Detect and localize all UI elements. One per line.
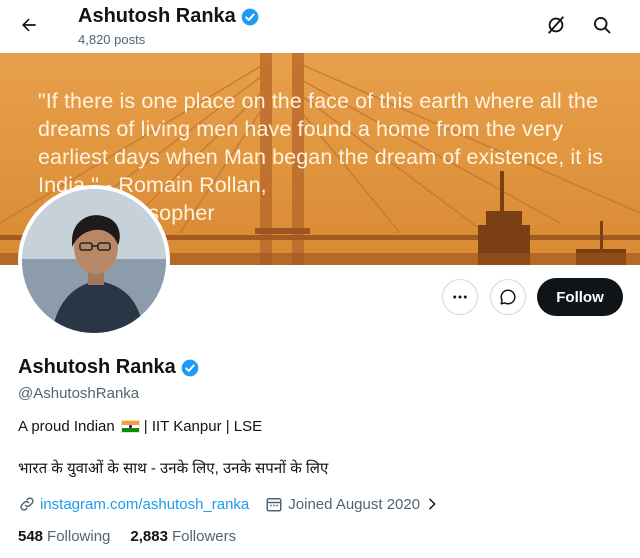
link-icon [20, 497, 34, 511]
follow-button[interactable]: Follow [537, 278, 623, 316]
verified-badge-icon [241, 8, 259, 25]
bio-suffix: | IIT Kanpur | LSE [143, 418, 263, 435]
profile-meta: instagram.com/ashutosh_ranka Joined Augu… [18, 495, 440, 513]
verified-badge-icon[interactable] [180, 358, 200, 378]
calendar-icon [266, 498, 282, 512]
profile-link[interactable]: instagram.com/ashutosh_ranka [40, 496, 249, 513]
search-button[interactable] [587, 10, 617, 40]
followers-link[interactable]: 2,883 Followers [130, 528, 236, 545]
banner-quote-text: "If there is one place on the face of th… [38, 89, 604, 197]
india-flag-icon [120, 420, 140, 433]
grok-button[interactable] [541, 10, 571, 40]
back-arrow-icon [22, 18, 36, 32]
more-icon [453, 295, 467, 299]
bio-prefix: A proud Indian [18, 418, 115, 435]
followers-label: Followers [171, 528, 237, 545]
more-button[interactable] [442, 279, 478, 315]
joined-date: Joined August 2020 [288, 495, 421, 513]
top-bar: Ashutosh Ranka 4,820 posts [0, 0, 640, 53]
following-count: 548 [18, 528, 44, 545]
grok-icon [547, 16, 565, 34]
message-icon [500, 289, 516, 305]
bio-line: A proud Indian | IIT Kanpur | LSE [18, 418, 262, 435]
avatar[interactable] [18, 185, 170, 337]
bio-hindi: भारत के युवाओं के साथ - उनके लिए, उनके स… [18, 460, 329, 477]
message-button[interactable] [490, 279, 526, 315]
header-name-text: Ashutosh Ranka [78, 5, 236, 27]
followers-count: 2,883 [130, 528, 168, 545]
profile-name-text: Ashutosh Ranka [18, 356, 176, 378]
chevron-right-icon[interactable] [424, 496, 440, 512]
back-button[interactable] [12, 8, 46, 42]
profile-name: Ashutosh Ranka [18, 356, 200, 379]
header-name: Ashutosh Ranka [78, 5, 260, 28]
profile-handle: @AshutoshRanka [18, 385, 140, 402]
avatar-photo [22, 189, 166, 333]
following-link[interactable]: 548 Following [18, 528, 110, 545]
follow-counts: 548 Following 2,883 Followers [18, 528, 236, 545]
search-icon [594, 17, 611, 34]
post-count: 4,820 posts [78, 32, 146, 47]
following-label: Following [47, 528, 111, 545]
